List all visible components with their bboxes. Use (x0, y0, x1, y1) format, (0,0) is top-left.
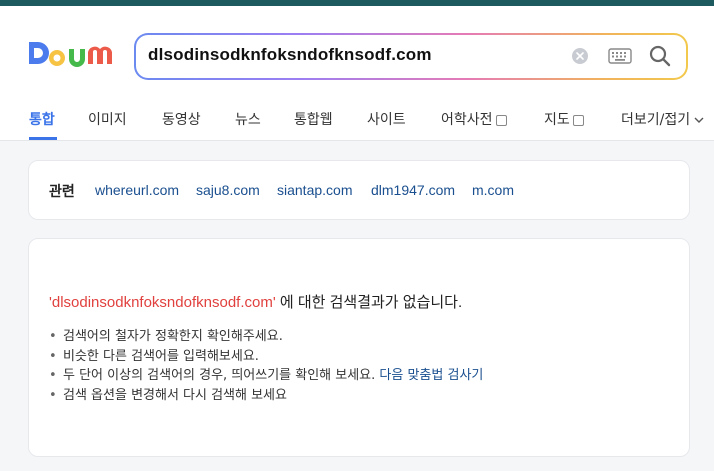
tab-dictionary-label: 어학사전 (441, 112, 493, 128)
no-results-query: 'dlsodinsodknfoksndofknsodf.com' (49, 294, 276, 311)
related-link[interactable]: siantap.com (277, 182, 352, 198)
tip-item: • 두 단어 이상의 검색어의 경우, 띄어쓰기를 확인해 보세요. 다음 맞춤법… (49, 368, 484, 383)
clear-icon[interactable] (571, 47, 589, 65)
tab-news[interactable]: 뉴스 (235, 109, 261, 129)
header: dlsodinsodknfoksndofknsodf.com (0, 6, 714, 95)
related-link[interactable]: saju8.com (196, 182, 260, 198)
chevron-down-icon (694, 117, 704, 123)
tab-sites[interactable]: 사이트 (367, 109, 406, 129)
related-link[interactable]: m.com (472, 182, 514, 198)
related-label: 관련 (49, 184, 75, 200)
no-results-text: 에 대한 검색결과가 없습니다. (275, 294, 463, 311)
active-tab-indicator (29, 137, 57, 140)
tip-item: • 검색 옵션을 변경해서 다시 검색해 보세요 (49, 387, 287, 403)
tab-map-label: 지도 (544, 112, 570, 128)
tab-videos[interactable]: 동영상 (162, 109, 201, 129)
daum-logo[interactable] (27, 37, 115, 69)
external-link-icon (495, 114, 507, 126)
tip-item: • 검색어의 철자가 정확한지 확인해주세요. (49, 329, 283, 344)
external-link-icon (572, 114, 584, 126)
search-tabs: 통합 이미지 동영상 뉴스 통합웹 사이트 어학사전 지도 더보기/접기 (0, 95, 714, 141)
search-results: 'dlsodinsodknfoksndofknsodf.com' 에 대한 검색… (28, 238, 690, 457)
no-results-message: 'dlsodinsodknfoksndofknsodf.com' 에 대한 검색… (49, 291, 462, 312)
tab-map[interactable]: 지도 (544, 109, 584, 129)
search-tips: • 검색어의 철자가 정확한지 확인해주세요. • 비슷한 다른 검색어를 입력해보… (49, 327, 483, 405)
tab-web[interactable]: 통합웹 (294, 109, 333, 129)
tab-more-label: 더보기/접기 (621, 112, 691, 128)
related-link[interactable]: whereurl.com (95, 182, 179, 198)
search-icon[interactable] (648, 44, 672, 68)
tab-dictionary[interactable]: 어학사전 (441, 109, 507, 129)
keyboard-icon[interactable] (608, 48, 632, 64)
tab-all[interactable]: 통합 (29, 109, 55, 129)
tab-more[interactable]: 더보기/접기 (621, 109, 704, 129)
tip-item: • 비슷한 다른 검색어를 입력해보세요. (49, 348, 259, 364)
related-link[interactable]: dlm1947.com (371, 182, 455, 198)
related-searches: 관련 whereurl.com saju8.com siantap.com dl… (28, 160, 690, 220)
spell-checker-link[interactable]: 다음 맞춤법 검사기 (379, 368, 483, 383)
search-input[interactable]: dlsodinsodknfoksndofknsodf.com (148, 45, 432, 65)
search-box: dlsodinsodknfoksndofknsodf.com (134, 33, 688, 80)
tab-images[interactable]: 이미지 (88, 109, 127, 129)
